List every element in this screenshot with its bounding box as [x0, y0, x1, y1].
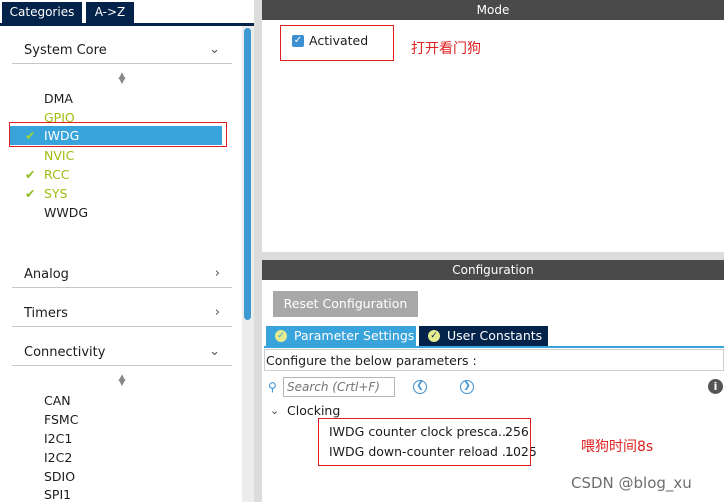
chevron-right-icon: › — [214, 266, 220, 281]
category-item-i2c1[interactable]: I2C1 — [10, 429, 222, 448]
category-item-rcc[interactable]: ✔ RCC — [10, 165, 222, 184]
left-scrollbar-thumb[interactable] — [244, 28, 251, 320]
tab-user-constants[interactable]: ✓ User Constants — [419, 326, 548, 346]
section-timers-label: Timers — [24, 306, 68, 321]
section-analog-label: Analog — [24, 267, 69, 282]
section-system-core-label: System Core — [24, 43, 107, 58]
category-item-i2c2[interactable]: I2C2 — [10, 448, 222, 467]
category-item-fsmc[interactable]: FSMC — [10, 410, 222, 429]
search-icon: ⚲ — [268, 380, 277, 394]
category-item-nvic[interactable]: NVIC — [10, 146, 222, 165]
section-divider — [12, 287, 232, 288]
mode-header: Mode — [262, 0, 724, 20]
sort-toggle-icon[interactable]: ▲ ▼ — [117, 72, 127, 86]
category-item-label: SYS — [44, 186, 68, 201]
check-circle-icon: ✓ — [275, 330, 287, 342]
config-hint-text: Configure the below parameters : — [266, 353, 477, 368]
tab-label: User Constants — [447, 328, 543, 343]
category-item-label: DMA — [44, 91, 73, 106]
category-item-label: SDIO — [44, 469, 76, 484]
sort-toggle-icon[interactable]: ▲ ▼ — [117, 374, 127, 388]
category-item-label: NVIC — [44, 148, 75, 163]
section-system-core[interactable]: System Core ⌄ — [12, 39, 232, 63]
category-item-label: RCC — [44, 167, 70, 182]
checkmark-icon: ✔ — [25, 186, 36, 201]
panel-splitter[interactable] — [254, 0, 262, 502]
section-analog[interactable]: Analog › — [12, 263, 232, 287]
annotation-highlight-iwdg — [9, 122, 227, 147]
category-item-label: WWDG — [44, 205, 89, 220]
left-tabs-bar: Categories A->Z — [0, 0, 254, 24]
section-connectivity-label: Connectivity — [24, 345, 106, 360]
category-item-can[interactable]: CAN — [10, 391, 222, 410]
section-divider — [12, 326, 232, 327]
watermark: CSDN @blog_xu — [571, 474, 692, 492]
category-item-spi1[interactable]: SPI1 — [10, 485, 222, 504]
section-timers[interactable]: Timers › — [12, 302, 232, 326]
tab-categories[interactable]: Categories — [2, 2, 82, 23]
configuration-header: Configuration — [262, 260, 724, 280]
panel-splitter[interactable] — [262, 252, 724, 260]
chevron-right-icon: › — [214, 305, 220, 320]
annotation-highlight-params — [318, 418, 531, 466]
search-input[interactable] — [283, 377, 395, 397]
chevron-down-icon: ⌄ — [209, 42, 220, 57]
section-divider — [12, 63, 232, 64]
tab-underline — [264, 346, 724, 348]
annotation-feed-dog-time: 喂狗时间8s — [581, 439, 654, 455]
reset-configuration-button[interactable]: Reset Configuration — [273, 291, 418, 317]
tab-label: Parameter Settings — [294, 328, 415, 343]
tab-a-to-z[interactable]: A->Z — [86, 2, 134, 23]
category-item-wwdg[interactable]: WWDG — [10, 203, 222, 222]
category-item-label: SPI1 — [44, 487, 72, 502]
section-divider — [12, 365, 232, 366]
annotation-enable-watchdog: 打开看门狗 — [411, 41, 481, 57]
tab-parameter-settings[interactable]: ✓ Parameter Settings — [266, 326, 416, 346]
category-item-label: FSMC — [44, 412, 79, 427]
section-connectivity[interactable]: Connectivity ⌄ — [12, 341, 232, 365]
chevron-down-icon: ⌄ — [209, 344, 220, 359]
check-circle-icon: ✓ — [428, 330, 440, 342]
category-item-label: I2C2 — [44, 450, 73, 465]
category-item-label: I2C1 — [44, 431, 73, 446]
chevron-down-icon[interactable]: ⌄ — [270, 404, 279, 417]
tabs-underline — [0, 23, 254, 26]
next-match-icon[interactable]: ❯ — [460, 380, 474, 394]
category-item-sys[interactable]: ✔ SYS — [10, 184, 222, 203]
previous-match-icon[interactable]: ❮ — [413, 380, 427, 394]
category-item-sdio[interactable]: SDIO — [10, 467, 222, 486]
category-item-label: CAN — [44, 393, 71, 408]
group-clocking-label[interactable]: Clocking — [287, 403, 340, 418]
info-icon[interactable]: i — [708, 379, 723, 394]
category-item-dma[interactable]: DMA — [10, 89, 222, 108]
checkmark-icon: ✔ — [25, 167, 36, 182]
annotation-highlight-activated — [280, 25, 394, 61]
